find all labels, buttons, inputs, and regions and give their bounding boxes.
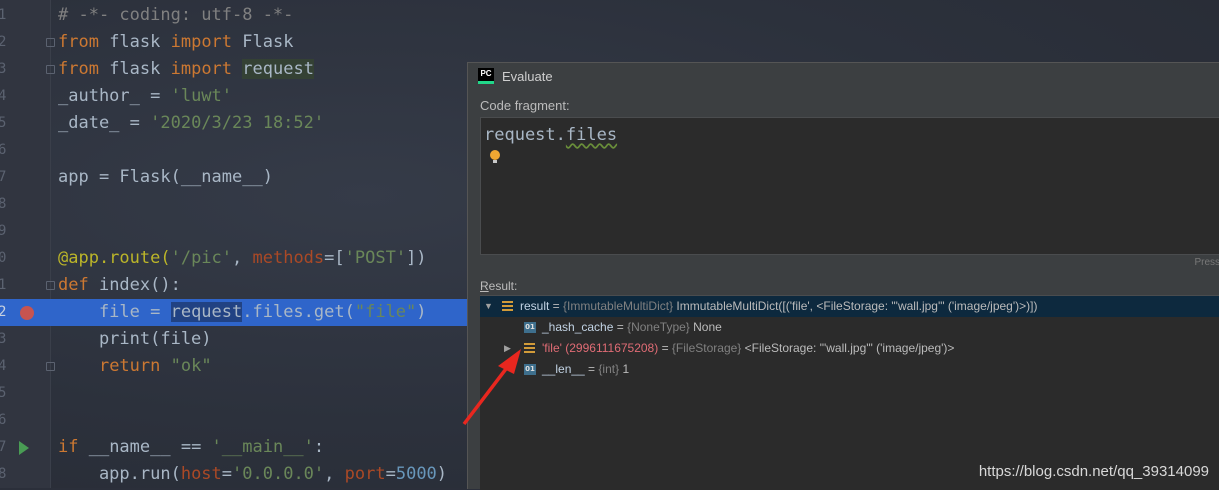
code-text: app = Flask(__name__) [58, 167, 273, 187]
result-row-text: 'file' (2996111675208) = {FileStorage} <… [542, 341, 955, 355]
result-row-text: __len__ = {int} 1 [542, 362, 630, 376]
evaluate-dialog: PC Evaluate Code fragment: request.files… [467, 62, 1219, 490]
fragment-text-part: request. [484, 125, 566, 145]
line-number: 1 [0, 277, 7, 293]
lightbulb-icon[interactable] [490, 150, 500, 163]
code-text: if __name__ == '__main__': [58, 437, 325, 457]
line-number: 4 [0, 358, 7, 374]
line-number: 8 [0, 466, 7, 482]
code-text: @app.route('/pic', methods=['POST']) [58, 248, 427, 268]
result-tree-row[interactable]: 01 __len__ = {int} 1 [480, 359, 1219, 380]
fold-icon[interactable] [46, 281, 55, 290]
line-number: 3 [0, 331, 7, 347]
code-line[interactable]: 1 # -*- coding: utf-8 -*- [0, 2, 1219, 29]
collapse-arrow-icon[interactable]: ▼ [484, 296, 493, 317]
result-label-text: esult: [488, 279, 518, 293]
line-number: 7 [0, 439, 7, 455]
line-number: 3 [0, 61, 7, 77]
code-text: from flask import Flask [58, 32, 294, 52]
result-tree-row[interactable]: ▶ 'file' (2996111675208) = {FileStorage} … [480, 338, 1219, 359]
code-fragment-label: Code fragment: [480, 98, 570, 113]
code-fragment-input[interactable]: request.files [480, 117, 1219, 255]
result-tree-row[interactable]: ▼ result = {ImmutableMultiDict} Immutable… [480, 296, 1219, 317]
line-number: 7 [0, 169, 7, 185]
watermark: https://blog.csdn.net/qq_39314099 [978, 463, 1209, 480]
line-number: 8 [0, 196, 7, 212]
code-fragment-text: request.files [484, 125, 617, 145]
collection-icon [524, 343, 535, 354]
code-text: app.run(host='0.0.0.0', port=5000) [58, 464, 448, 484]
fold-icon[interactable] [46, 38, 55, 47]
primitive-value-icon: 01 [524, 364, 536, 375]
line-number: 0 [0, 250, 7, 266]
result-label: Result: [480, 279, 517, 293]
fragment-text-part-underlined: files [565, 125, 618, 145]
code-text: _date_ = '2020/3/23 18:52' [58, 113, 325, 133]
pycharm-icon: PC [478, 68, 494, 84]
code-text: print(file) [58, 329, 212, 349]
dialog-title: Evaluate [502, 69, 553, 84]
collection-icon [502, 301, 513, 312]
code-line[interactable]: 2 file = request.files.get("file") [0, 299, 467, 326]
line-number: 2 [0, 304, 7, 320]
primitive-value-icon: 01 [524, 322, 536, 333]
line-number: 4 [0, 88, 7, 104]
code-text: def index(): [58, 275, 181, 295]
line-number: 2 [0, 34, 7, 50]
line-number: 6 [0, 142, 7, 158]
code-line[interactable]: 2 from flask import Flask [0, 29, 1219, 56]
breakpoint-icon[interactable] [20, 306, 34, 320]
line-number: 5 [0, 385, 7, 401]
code-text: from flask import request [58, 59, 314, 79]
expand-arrow-icon[interactable]: ▶ [504, 338, 511, 359]
code-text: file = request.files.get("file") [58, 302, 427, 322]
run-icon[interactable] [19, 441, 29, 455]
line-number: 5 [0, 115, 7, 131]
result-row-text: result = {ImmutableMultiDict} ImmutableM… [520, 299, 1038, 313]
code-text: _author_ = 'luwt' [58, 86, 233, 106]
code-text: return "ok" [98, 356, 212, 376]
result-row-text: _hash_cache = {NoneType} None [542, 320, 722, 334]
line-number: 6 [0, 412, 7, 428]
press-hint: Press [1194, 257, 1219, 268]
result-tree-row[interactable]: 01 _hash_cache = {NoneType} None [480, 317, 1219, 338]
line-number: 9 [0, 223, 7, 239]
fold-icon[interactable] [46, 65, 55, 74]
dialog-titlebar[interactable]: PC Evaluate [468, 63, 1219, 89]
fold-icon[interactable] [46, 362, 55, 371]
result-label-mnemonic: R [480, 279, 489, 293]
code-text: # -*- coding: utf-8 -*- [58, 5, 294, 25]
result-tree[interactable]: ▼ result = {ImmutableMultiDict} Immutable… [480, 295, 1219, 490]
line-number: 1 [0, 7, 7, 23]
